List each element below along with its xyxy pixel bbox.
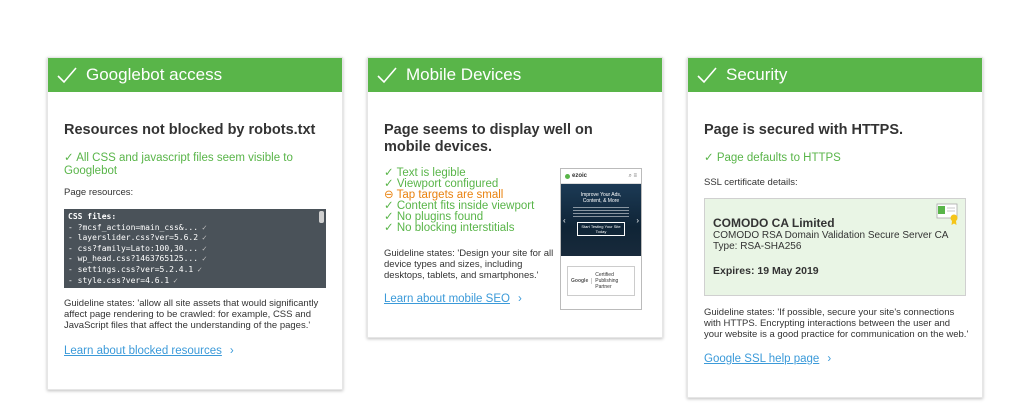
preview-badge: Google Certified Publishing Partner: [567, 266, 635, 296]
check-icon: ✓: [384, 222, 397, 234]
code-scrollbar[interactable]: [319, 211, 324, 223]
check-icon: ✓: [197, 264, 203, 274]
check-icon: ✓: [202, 254, 207, 264]
security-guideline: Guideline states: 'If possible, secure y…: [704, 307, 969, 340]
chevron-right-icon: ›: [636, 216, 639, 225]
cert-expires: Expires: 19 May 2019: [713, 265, 819, 277]
chevron-right-icon: ›: [517, 293, 522, 305]
list-item: ✓ No blocking interstitials: [384, 222, 515, 234]
preview-cta: Start Testing Your Site Today: [577, 222, 625, 236]
chevron-left-icon: ‹: [563, 216, 566, 225]
preview-navbar: ezoic ⌕ ≡: [561, 169, 641, 184]
cert-type: Type: RSA-SHA256: [713, 241, 802, 252]
learn-blocked-resources-link[interactable]: Learn about blocked resources ›: [64, 345, 234, 357]
google-logo: Google: [568, 278, 593, 284]
code-line: - wp_head.css?1463765125... ✓: [68, 254, 207, 264]
cert-issuer: COMODO CA Limited: [713, 216, 835, 230]
mobile-guideline: Guideline states: 'Design your site for …: [384, 248, 554, 281]
preview-hero-text: Improve Your Ads, Content, & More: [580, 192, 622, 204]
code-line: - style.css?ver=4.6.1 ✓: [68, 275, 178, 285]
mobile-check-list: ✓ Text is legible ✓ Viewport configured …: [384, 167, 534, 234]
code-line: - layerslider.css?ver=5.6.2 ✓: [68, 233, 207, 243]
learn-mobile-seo-link[interactable]: Learn about mobile SEO ›: [384, 293, 522, 305]
check-icon: ✓: [704, 152, 717, 164]
chevron-right-icon: ›: [229, 345, 234, 357]
badge-text: Certified Publishing Partner: [595, 272, 619, 290]
preview-hero-lines: [573, 207, 629, 219]
check-icon: ✓: [64, 152, 77, 164]
ssl-certificate-box: COMODO CA Limited COMODO RSA Domain Vali…: [704, 198, 966, 296]
security-header-title: Security: [726, 65, 788, 84]
googlebot-status: ✓ All CSS and javascript files seem visi…: [64, 152, 314, 178]
code-line: CSS files:: [68, 212, 117, 221]
code-line: - ?mcsf_action=main_css&... ✓: [68, 222, 207, 232]
check-icon: ✓: [202, 222, 207, 232]
search-icon: ⌕ ≡: [628, 172, 637, 179]
check-icon: [57, 67, 77, 84]
security-header: Security: [688, 58, 982, 92]
resources-code-box[interactable]: CSS files: - ?mcsf_action=main_css&... ✓ …: [64, 209, 326, 288]
check-icon: [697, 67, 717, 84]
mobile-title: Page seems to display well on mobile dev…: [384, 122, 593, 155]
certificate-icon: [936, 203, 958, 225]
googlebot-guideline: Guideline states: 'allow all site assets…: [64, 298, 319, 331]
check-icon: ✓: [202, 243, 207, 253]
check-icon: [377, 67, 397, 84]
googlebot-status-text: All CSS and javascript files seem visibl…: [64, 152, 293, 177]
code-line: - settings.css?ver=5.2.4.1 ✓: [68, 264, 203, 274]
security-title: Page is secured with HTTPS.: [704, 122, 904, 138]
google-ssl-help-link[interactable]: Google SSL help page ›: [704, 353, 831, 365]
ssl-details-label: SSL certificate details:: [704, 177, 798, 188]
page-resources-label: Page resources:: [64, 187, 134, 198]
googlebot-title: Resources not blocked by robots.txt: [64, 122, 316, 138]
security-status-text: Page defaults to HTTPS: [716, 152, 841, 164]
mobile-preview: ezoic ⌕ ≡ Improve Your Ads, Content, & M…: [560, 168, 642, 310]
googlebot-header-title: Googlebot access: [86, 65, 223, 84]
preview-hero: Improve Your Ads, Content, & More Start …: [561, 184, 641, 256]
security-card: Security Page is secured with HTTPS. ✓ P…: [687, 57, 983, 398]
mobile-header: Mobile Devices: [368, 58, 662, 92]
googlebot-header: Googlebot access: [48, 58, 342, 92]
check-icon: ✓: [173, 275, 178, 285]
check-icon: ✓: [202, 233, 207, 243]
code-line: - css?family=Lato:100,30... ✓: [68, 243, 207, 253]
preview-logo: ezoic: [572, 173, 588, 179]
googlebot-card: Googlebot access Resources not blocked b…: [47, 57, 343, 390]
security-status: ✓ Page defaults to HTTPS: [704, 152, 841, 165]
cert-name: COMODO RSA Domain Validation Secure Serv…: [713, 230, 949, 241]
logo-icon: [565, 173, 570, 179]
chevron-right-icon: ›: [827, 353, 832, 365]
mobile-card: Mobile Devices Page seems to display wel…: [367, 57, 663, 338]
mobile-header-title: Mobile Devices: [406, 65, 522, 84]
